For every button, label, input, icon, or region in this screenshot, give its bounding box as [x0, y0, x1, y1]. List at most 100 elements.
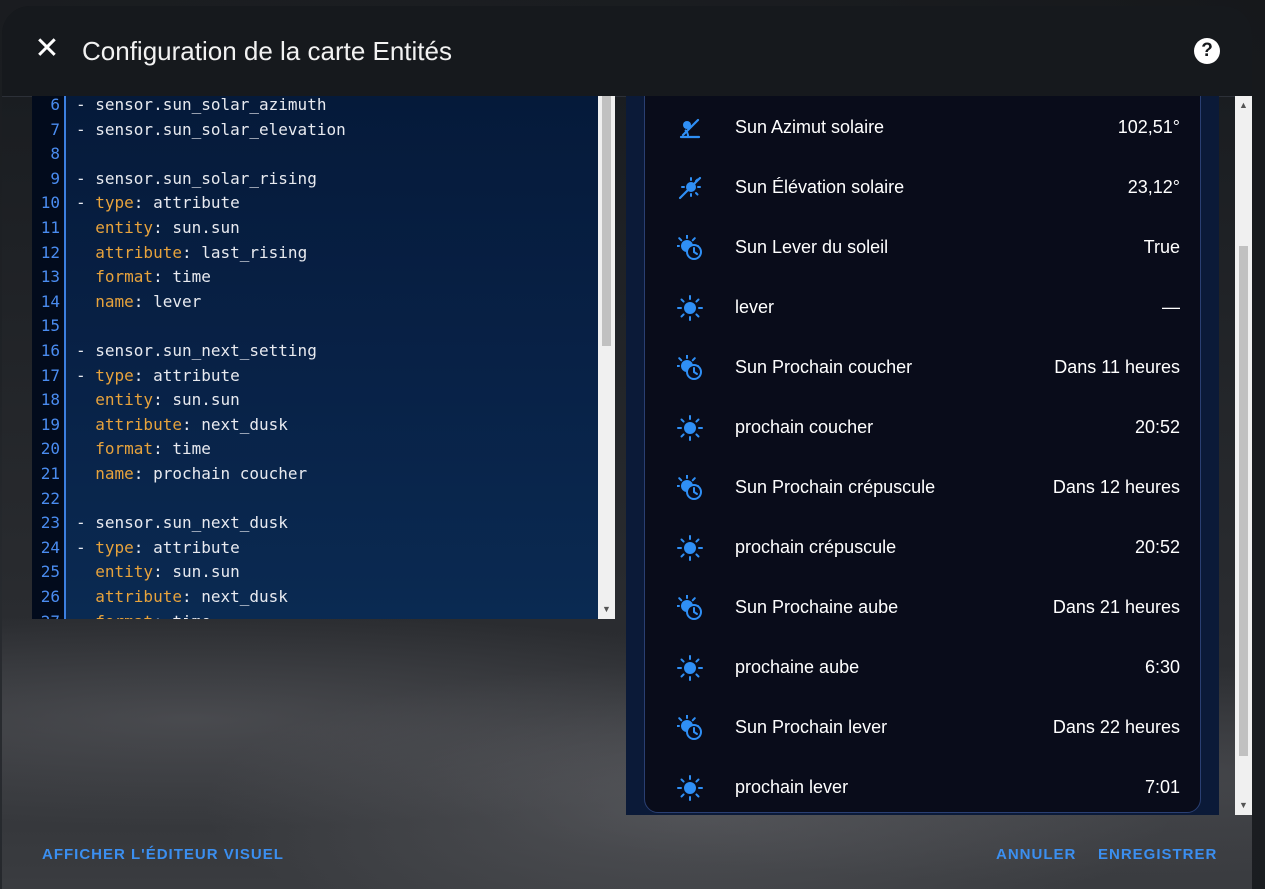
yaml-key: entity [95, 218, 154, 237]
line-number: 15 [40, 316, 60, 336]
entity-name: Sun Élévation solaire [735, 177, 905, 197]
code-text: format: time [76, 610, 211, 619]
yaml-key: type [95, 537, 134, 557]
code-line[interactable]: 18 entity: sun.sun [32, 388, 598, 413]
editor-scrollbar-thumb[interactable] [602, 96, 611, 346]
line-number: 23 [40, 513, 60, 533]
entity-state: 7:01 [1144, 777, 1180, 797]
line-number: 21 [40, 464, 60, 483]
entity-row[interactable]: Sun Lever du soleil True [645, 217, 1200, 277]
code-line[interactable]: 17 - type: attribute [32, 364, 598, 389]
line-number: 16 [40, 341, 60, 360]
yaml-value: lever [153, 291, 202, 311]
yaml-key: format [95, 612, 153, 619]
entity-row[interactable]: prochaine aube 6:30 [645, 637, 1200, 697]
code-text: - sensor.sun_next_setting [76, 341, 317, 360]
code-line[interactable]: 26 attribute: next_dusk [32, 585, 598, 610]
code-line[interactable]: 24 - type: attribute [32, 536, 598, 561]
code-line[interactable]: 20 format: time [32, 437, 598, 462]
yaml-value: sensor.sun_solar_azimuth [95, 96, 327, 114]
yaml-value: last_rising [201, 242, 308, 262]
line-number: 13 [40, 267, 60, 287]
entity-state: True [1143, 237, 1180, 257]
sun-clock-icon [675, 714, 703, 741]
code-text: entity: sun.sun [95, 218, 240, 237]
line-number: 19 [40, 414, 60, 434]
code-text: - sensor.sun_solar_elevation [76, 119, 346, 139]
sun-azimuth-icon [677, 115, 703, 141]
code-line[interactable]: 11 entity: sun.sun [32, 216, 598, 241]
preview-scrollbar[interactable]: ▲ ▼ [1235, 96, 1252, 815]
code-line[interactable]: 27 format: time [32, 610, 598, 619]
entity-row[interactable]: Sun Prochain lever Dans 22 heures [645, 697, 1200, 757]
editor-scrollbar[interactable]: ▼ [598, 96, 615, 619]
sun-elevation-icon [677, 175, 703, 201]
scroll-down-arrow-icon[interactable]: ▼ [602, 604, 611, 614]
entity-state: Dans 12 heures [1052, 477, 1180, 497]
entity-row[interactable]: lever — [645, 277, 1200, 337]
save-button[interactable]: ENREGISTRER [1098, 846, 1217, 864]
line-number: 20 [40, 439, 60, 459]
entity-state: Dans 22 heures [1052, 717, 1180, 737]
code-line[interactable]: 9 - sensor.sun_solar_rising [32, 167, 598, 192]
code-line[interactable]: 16 - sensor.sun_next_setting [32, 339, 598, 364]
code-text: - sensor.sun_next_dusk [76, 513, 288, 533]
scroll-down-arrow-icon[interactable]: ▼ [1239, 800, 1248, 810]
preview-scrollbar-thumb[interactable] [1239, 246, 1248, 756]
yaml-key: attribute [95, 587, 182, 606]
entity-name: Sun Lever du soleil [735, 237, 889, 257]
entity-state: Dans 21 heures [1052, 597, 1180, 617]
entity-row[interactable]: Sun Élévation solaire 23,12° [645, 157, 1200, 217]
yaml-value: sensor.sun_next_setting [95, 341, 317, 360]
entity-row[interactable]: Sun Prochaine aube Dans 21 heures [645, 577, 1200, 637]
entity-row[interactable]: prochain coucher 20:52 [645, 397, 1200, 457]
show-visual-editor-button[interactable]: AFFICHER L'ÉDITEUR VISUEL [42, 846, 284, 864]
scroll-up-arrow-icon[interactable]: ▲ [1239, 100, 1248, 110]
code-line[interactable]: 10 - type: attribute [32, 191, 598, 216]
code-text: - sensor.sun_solar_azimuth [76, 96, 327, 114]
entity-state: 20:52 [1134, 537, 1180, 557]
code-line[interactable]: 7 - sensor.sun_solar_elevation [32, 118, 598, 143]
close-icon[interactable]: ✕ [32, 34, 62, 64]
entity-name: Sun Prochain coucher [735, 357, 913, 377]
entity-row[interactable]: Sun Azimut solaire 102,51° [645, 97, 1200, 157]
yaml-value: sun.sun [172, 390, 240, 410]
sun-icon [677, 775, 703, 801]
entity-row[interactable]: Sun Prochain crépuscule Dans 12 heures [645, 457, 1200, 517]
entity-row[interactable]: prochain crépuscule 20:52 [645, 517, 1200, 577]
code-line[interactable]: 14 name: lever [32, 290, 598, 315]
line-number: 10 [40, 193, 60, 213]
code-text: - sensor.sun_solar_rising [76, 168, 317, 188]
help-icon[interactable]: ? [1194, 38, 1220, 64]
line-number: 14 [40, 291, 60, 311]
card-preview: Sun Azimut solaire 102,51° Sun Élévation s… [626, 96, 1219, 815]
code-text: name: prochain coucher [95, 464, 308, 483]
code-line[interactable]: 6 - sensor.sun_solar_azimuth [32, 96, 598, 118]
entity-name: prochain crépuscule [735, 537, 897, 557]
code-line[interactable]: 25 entity: sun.sun [32, 560, 598, 585]
code-line[interactable]: 13 format: time [32, 265, 598, 290]
yaml-value: time [172, 612, 211, 619]
entity-state: 6:30 [1144, 657, 1180, 677]
code-line[interactable]: 23 - sensor.sun_next_dusk [32, 511, 598, 536]
yaml-key: attribute [95, 242, 182, 262]
code-line[interactable]: 21 name: prochain coucher [32, 462, 598, 487]
code-line[interactable]: 22 [32, 487, 598, 512]
yaml-value: attribute [153, 365, 240, 385]
entity-row[interactable]: Sun Prochain coucher Dans 11 heures [645, 337, 1200, 397]
yaml-code-editor[interactable]: 6 - sensor.sun_solar_azimuth 7 - sensor.sun… [32, 96, 615, 619]
code-line[interactable]: 19 attribute: next_dusk [32, 413, 598, 438]
entity-name: Sun Prochain crépuscule [735, 477, 936, 497]
code-line[interactable]: 12 attribute: last_rising [32, 241, 598, 266]
yaml-key: attribute [95, 414, 182, 434]
cancel-button[interactable]: ANNULER [996, 846, 1076, 864]
entities-card-dialog: ✕ Configuration de la carte Entités ? 6-… [2, 6, 1252, 889]
entity-name: prochain lever [735, 777, 849, 797]
yaml-value: next_dusk [201, 414, 288, 434]
yaml-value: sun.sun [172, 562, 240, 582]
entity-state: — [1162, 297, 1180, 317]
code-line[interactable]: 8 [32, 142, 598, 167]
yaml-value: sun.sun [172, 218, 240, 237]
entity-row[interactable]: prochain lever 7:01 [645, 757, 1200, 815]
code-line[interactable]: 15 [32, 314, 598, 339]
